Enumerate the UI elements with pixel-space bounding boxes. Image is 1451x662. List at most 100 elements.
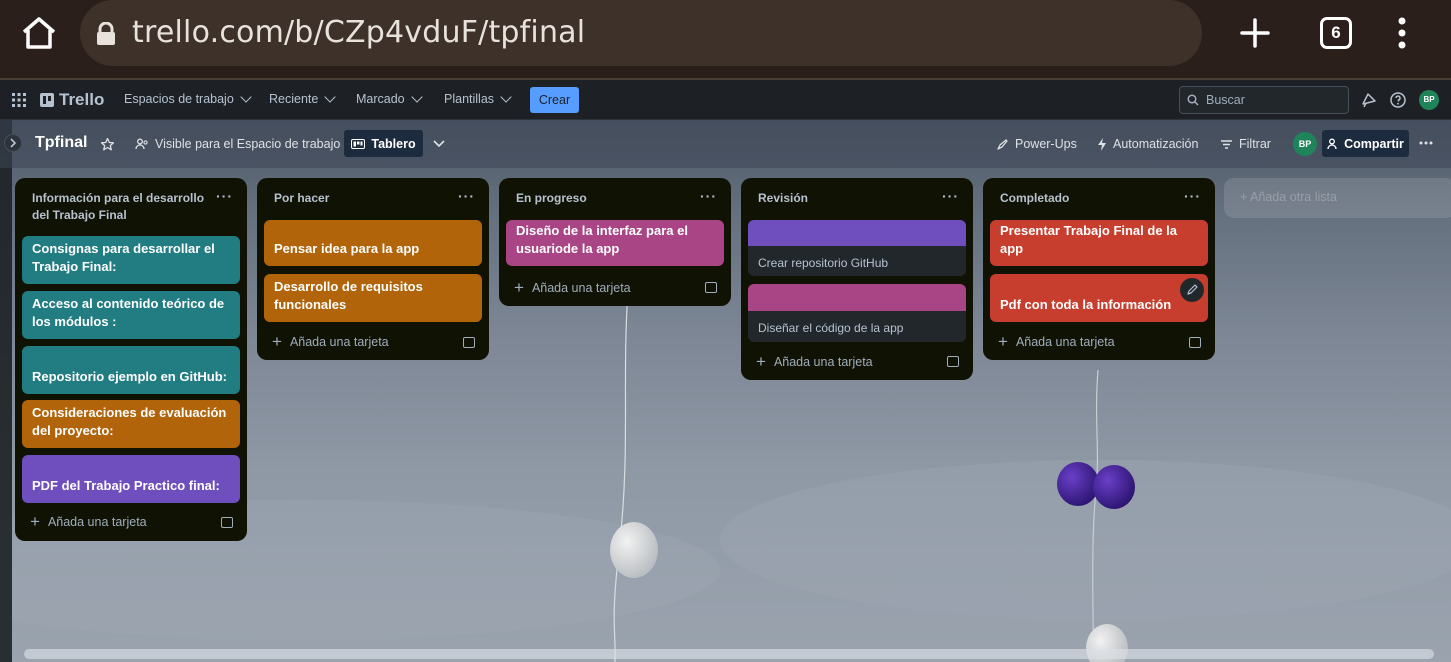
edit-card-button[interactable] [1180, 278, 1204, 302]
card[interactable]: Pdf con toda la información [990, 274, 1208, 322]
add-card-button[interactable]: + Añada una tarjeta [272, 332, 389, 352]
tab-switcher-button[interactable]: 6 [1320, 17, 1352, 49]
home-icon[interactable] [20, 14, 58, 52]
lock-icon [97, 22, 115, 45]
list-completado: Completado ··· Presentar Trabajo Final d… [983, 178, 1215, 360]
card[interactable]: PDF del Trabajo Practico final: [22, 455, 240, 503]
plus-icon: + [998, 332, 1008, 351]
share-label: Compartir [1344, 136, 1404, 151]
add-card-button[interactable]: + Añada una tarjeta [998, 332, 1115, 352]
card[interactable]: Diseñar el código de la app [748, 284, 966, 342]
list-title[interactable]: Revisión [758, 190, 938, 207]
share-button[interactable]: Compartir [1322, 130, 1409, 157]
help-icon[interactable] [1389, 91, 1407, 109]
filter-label: Filtrar [1239, 137, 1271, 151]
people-icon [135, 138, 148, 150]
plus-icon: + [30, 512, 40, 531]
trello-logo-text: Trello [59, 90, 105, 109]
card[interactable]: Pensar idea para la app [264, 220, 482, 266]
apps-grid-icon[interactable] [12, 93, 26, 107]
list-title[interactable]: En progreso [516, 190, 696, 207]
filter-button[interactable]: Filtrar [1220, 137, 1271, 151]
card[interactable]: Acceso al contenido teórico de los módul… [22, 291, 240, 339]
add-card-button[interactable]: + Añada una tarjeta [514, 278, 631, 298]
expand-sidebar-button[interactable] [4, 134, 22, 152]
add-card-label: Añada una tarjeta [531, 281, 631, 295]
card-cover [748, 220, 966, 246]
chevron-down-icon [240, 91, 252, 103]
nav-templates-label: Plantillas [444, 92, 495, 106]
list-title[interactable]: Información para el desarrollo del Traba… [32, 190, 212, 224]
visibility-label: Visible para el Espacio de trabajo [155, 137, 341, 151]
card[interactable]: Desarrollo de requisitos funcionales [264, 274, 482, 322]
create-button[interactable]: Crear [530, 87, 579, 113]
powerups-button[interactable]: Power-Ups [996, 137, 1077, 151]
trello-logo[interactable]: Trello [40, 90, 105, 109]
card[interactable]: Presentar Trabajo Final de la app [990, 220, 1208, 266]
add-card-label: Añada una tarjeta [47, 515, 147, 529]
nav-recent-label: Reciente [269, 92, 319, 106]
card[interactable]: Diseño de la interfaz para el usuariode … [506, 220, 724, 266]
list-title[interactable]: Completado [1000, 190, 1180, 207]
list-menu-icon[interactable]: ··· [216, 188, 233, 204]
card-template-icon[interactable] [463, 337, 475, 348]
card[interactable]: Consignas para desarrollar el Trabajo Fi… [22, 236, 240, 284]
view-board-label: Tablero [371, 136, 416, 151]
user-avatar[interactable]: BP [1419, 90, 1439, 110]
add-card-button[interactable]: + Añada una tarjeta [30, 512, 147, 532]
more-vert-icon[interactable] [1392, 16, 1412, 50]
card-title: PDF del Trabajo Practico final: [32, 478, 220, 493]
board-menu-icon[interactable] [1419, 141, 1433, 145]
new-tab-icon[interactable] [1238, 16, 1272, 50]
nav-starred[interactable]: Marcado [356, 91, 423, 106]
visibility-button[interactable]: Visible para el Espacio de trabajo [135, 137, 340, 151]
view-board-button[interactable]: Tablero [344, 130, 423, 157]
card-template-icon[interactable] [221, 517, 233, 528]
url-text[interactable]: trello.com/b/CZp4vduF/tpfinal [132, 15, 585, 50]
add-card-label: Añada una tarjeta [289, 335, 389, 349]
list-informacion: Información para el desarrollo del Traba… [15, 178, 247, 541]
search-input[interactable] [1179, 86, 1349, 114]
automation-label: Automatización [1113, 137, 1199, 151]
card-title: Consignas para desarrollar el Trabajo Fi… [32, 241, 215, 274]
add-card-label: Añada una tarjeta [1015, 335, 1115, 349]
list-header: Completado ··· [983, 178, 1215, 218]
list-header: Revisión ··· [741, 178, 973, 218]
card-template-icon[interactable] [947, 356, 959, 367]
board-title[interactable]: Tpfinal [35, 134, 87, 152]
card[interactable]: Repositorio ejemplo en GitHub: [22, 346, 240, 394]
star-icon[interactable] [100, 137, 115, 152]
nav-starred-label: Marcado [356, 92, 405, 106]
plus-icon: + [514, 278, 524, 297]
nav-workspaces[interactable]: Espacios de trabajo [124, 91, 252, 106]
chevron-down-icon [410, 91, 423, 103]
rocket-icon [997, 138, 1008, 150]
list-menu-icon[interactable]: ··· [458, 188, 475, 204]
nav-recent[interactable]: Reciente [269, 91, 337, 106]
card-title: Acceso al contenido teórico de los módul… [32, 296, 225, 329]
board-view-icon [351, 138, 366, 149]
list-menu-icon[interactable]: ··· [942, 188, 959, 204]
nav-templates[interactable]: Plantillas [444, 91, 512, 106]
automation-button[interactable]: Automatización [1097, 137, 1198, 151]
add-card-button[interactable]: + Añada una tarjeta [756, 352, 873, 372]
list-menu-icon[interactable]: ··· [1184, 188, 1201, 204]
board-member-avatar[interactable]: BP [1293, 132, 1317, 156]
pencil-icon [1187, 284, 1198, 295]
plus-icon: + [1240, 190, 1251, 204]
list-header: Por hacer ··· [257, 178, 489, 218]
trello-logo-icon [40, 93, 54, 107]
card[interactable]: Consideraciones de evaluación del proyec… [22, 400, 240, 448]
card-template-icon[interactable] [1189, 337, 1201, 348]
powerups-label: Power-Ups [1015, 137, 1077, 151]
card-title: Presentar Trabajo Final de la app [1000, 223, 1178, 256]
chevron-down-icon[interactable] [432, 138, 446, 150]
notifications-icon[interactable] [1360, 91, 1378, 109]
card-template-icon[interactable] [705, 282, 717, 293]
add-list-button[interactable]: + Añada otra lista [1224, 178, 1451, 218]
list-menu-icon[interactable]: ··· [700, 188, 717, 204]
list-title[interactable]: Por hacer [274, 190, 454, 207]
card[interactable]: Crear repositorio GitHub [748, 220, 966, 276]
card-title: Crear repositorio GitHub [758, 256, 889, 270]
horizontal-scrollbar[interactable] [24, 649, 1434, 659]
